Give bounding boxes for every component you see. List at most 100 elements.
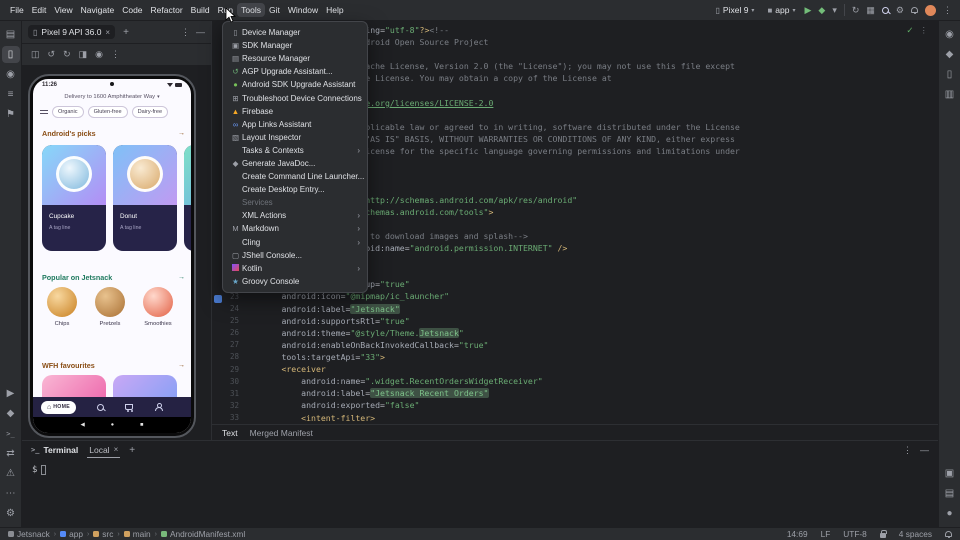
code-line-30[interactable]: android:name=".widget.RecentOrdersWidget… <box>242 375 938 387</box>
tools-menu-item-firebase[interactable]: ▲Firebase <box>223 105 367 118</box>
nav-search-icon[interactable] <box>97 404 104 411</box>
breadcrumb-item-app[interactable]: app <box>60 529 83 539</box>
breadcrumb-item-main[interactable]: main <box>124 529 151 539</box>
close-icon[interactable]: × <box>114 445 119 454</box>
tools-menu-item-groovy-console[interactable]: ★Groovy Console <box>223 275 367 288</box>
tab-text[interactable]: Text <box>222 428 238 438</box>
code-line-32[interactable]: android:exported="false" <box>242 399 938 411</box>
commit-icon[interactable]: ◉ <box>2 66 20 83</box>
structure-icon[interactable]: ≡ <box>2 86 20 103</box>
panel-options-icon[interactable]: ⋮ <box>181 27 190 38</box>
tools-menu-item-jshell-console[interactable]: ▢JShell Console... <box>223 249 367 262</box>
screenshot-icon[interactable]: ◫ <box>31 49 40 60</box>
menu-git[interactable]: Git <box>265 3 284 17</box>
tools-menu-item-agp-upgrade-assistant[interactable]: ↺AGP Upgrade Assistant... <box>223 65 367 78</box>
code-line-31[interactable]: android:label="Jetsnack Recent Orders" <box>242 387 938 399</box>
code-line-24[interactable]: android:label="Jetsnack" <box>242 303 938 315</box>
breadcrumb-item-jetsnack[interactable]: Jetsnack <box>8 529 50 539</box>
tools-menu-item-troubleshoot-device-connections[interactable]: ⊞Troubleshoot Device Connections <box>223 91 367 104</box>
delivery-address[interactable]: Delivery to 1600 Amphitheater Way ▾ <box>33 91 191 102</box>
code-line-29[interactable]: <receiver <box>242 363 938 375</box>
popular-item-pretzels[interactable]: Pretzels <box>93 287 127 341</box>
terminal-minimize-icon[interactable]: — <box>920 445 929 456</box>
code-line-27[interactable]: android:enableOnBackInvokedCallback="tru… <box>242 339 938 351</box>
tools-menu-item-create-desktop-entry[interactable]: Create Desktop Entry... <box>223 183 367 196</box>
running-devices-icon[interactable]: ▯ <box>2 46 20 63</box>
avatar[interactable] <box>925 5 936 16</box>
tools-menu-item-layout-inspector[interactable]: ▧Layout Inspector <box>223 131 367 144</box>
chip-gluten-free[interactable]: Gluten-free <box>88 106 128 118</box>
terminal-options-icon[interactable]: ⋮ <box>903 445 912 456</box>
tools-menu-item-android-sdk-upgrade-assistant[interactable]: ●Android SDK Upgrade Assistant <box>223 78 367 91</box>
logcat-icon[interactable]: ▤ <box>941 485 959 502</box>
tools-menu-item-tasks-and-contexts[interactable]: Tasks & Contexts› <box>223 144 367 157</box>
terminal-output[interactable]: $ <box>22 459 938 475</box>
menu-navigate[interactable]: Navigate <box>77 3 119 17</box>
tools-menu-item-xml-actions[interactable]: XML Actions› <box>223 209 367 222</box>
menu-file[interactable]: File <box>6 3 28 17</box>
settings-icon[interactable]: ⚙ <box>2 505 20 522</box>
tools-menu-item-kotlin[interactable]: Kotlin› <box>223 262 367 275</box>
tools-menu-item-device-manager[interactable]: ▯Device Manager <box>223 26 367 39</box>
home-button[interactable]: ● <box>111 422 114 428</box>
tools-menu-item-cling[interactable]: Cling› <box>223 236 367 249</box>
app-quality-insights-icon[interactable]: ▣ <box>941 465 959 482</box>
device-explorer-icon[interactable]: ▥ <box>941 86 959 103</box>
build-button-icon[interactable]: ▦ <box>866 6 875 15</box>
indent-style[interactable]: 4 spaces <box>899 529 932 539</box>
chip-dairy-free[interactable]: Dairy-free <box>132 106 169 118</box>
volume-icon[interactable]: ◨ <box>79 49 88 60</box>
snack-card-cupcake[interactable]: CupcakeA tag line <box>42 145 106 251</box>
tools-menu-item-sdk-manager[interactable]: ▣SDK Manager <box>223 39 367 52</box>
code-line-25[interactable]: android:supportsRtl="true" <box>242 315 938 327</box>
back-button[interactable]: ◀ <box>81 422 85 428</box>
more-tool-windows-icon[interactable]: ⋯ <box>2 485 20 502</box>
new-terminal-button[interactable]: + <box>129 445 135 456</box>
menu-view[interactable]: View <box>50 3 76 17</box>
menu-edit[interactable]: Edit <box>28 3 51 17</box>
terminal-icon[interactable]: >_ <box>2 425 20 442</box>
file-encoding[interactable]: UTF-8 <box>843 529 867 539</box>
emulator-more-icon[interactable]: ⋮ <box>111 49 120 60</box>
code-line-26[interactable]: android:theme="@style/Theme.Jetsnack" <box>242 327 938 339</box>
popular-item-chips[interactable]: Chips <box>45 287 79 341</box>
arrow-forward-icon[interactable]: → <box>178 130 185 137</box>
tools-menu-item-app-links-assistant[interactable]: ∞App Links Assistant <box>223 118 367 131</box>
tools-menu-item-create-command-line-launcher[interactable]: Create Command Line Launcher... <box>223 170 367 183</box>
tools-menu-item-generate-javadoc[interactable]: ◆Generate JavaDoc... <box>223 157 367 170</box>
rotate-right-icon[interactable]: ↻ <box>63 49 71 60</box>
breadcrumb-item-src[interactable]: src <box>93 529 113 539</box>
inspections-widget[interactable]: ✓ ⋮ <box>906 25 928 36</box>
filter-icon[interactable] <box>40 109 48 116</box>
snack-card-peek[interactable] <box>184 145 191 251</box>
menu-refactor[interactable]: Refactor <box>147 3 187 17</box>
more-toolbar-icon[interactable]: ⋮ <box>943 6 952 15</box>
line-separator[interactable]: LF <box>821 529 831 539</box>
nav-profile-icon[interactable] <box>154 403 162 411</box>
run-icon[interactable]: ▶ <box>2 385 20 402</box>
menu-build[interactable]: Build <box>187 3 214 17</box>
tab-merged-manifest[interactable]: Merged Manifest <box>250 428 313 438</box>
settings-button-icon[interactable]: ⚙ <box>896 6 904 15</box>
run-options-icon[interactable]: ▾ <box>832 6 837 15</box>
menu-help[interactable]: Help <box>322 3 347 17</box>
tools-menu-item-markdown[interactable]: MMarkdown› <box>223 222 367 235</box>
debug-icon[interactable]: ◆ <box>2 405 20 422</box>
version-control-icon[interactable]: ⇄ <box>2 445 20 462</box>
nav-home-item[interactable]: ⌂ HOME <box>41 401 76 414</box>
add-device-button[interactable]: + <box>120 27 132 38</box>
menu-tools[interactable]: Tools <box>237 3 265 17</box>
snack-card-donut[interactable]: DonutA tag line <box>113 145 177 251</box>
project-icon[interactable]: ▤ <box>2 26 20 43</box>
menu-window[interactable]: Window <box>284 3 322 17</box>
notifications-icon[interactable] <box>911 7 918 13</box>
arrow-forward-icon[interactable]: → <box>178 274 185 281</box>
code-line-28[interactable]: tools:targetApi="33"> <box>242 351 938 363</box>
tools-menu-item-resource-manager[interactable]: ▤Resource Manager <box>223 52 367 65</box>
read-only-toggle-icon[interactable] <box>880 533 886 538</box>
emulator-tab[interactable]: ▯ Pixel 9 API 36.0 × <box>28 25 115 39</box>
breadcrumb-item-androidmanifest-xml[interactable]: AndroidManifest.xml <box>161 529 245 539</box>
device-manager-icon[interactable]: ▯ <box>941 66 959 83</box>
code-line-33[interactable]: <intent-filter> <box>242 412 938 424</box>
close-icon[interactable]: × <box>105 28 110 37</box>
